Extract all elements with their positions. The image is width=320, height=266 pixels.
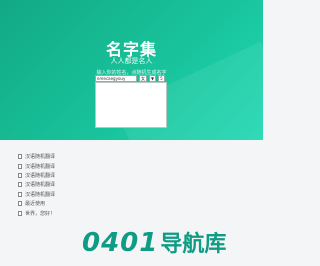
list-item-label: 汉语随机翻译 [25,163,56,170]
dropdown-select[interactable]: ▼ [149,75,157,82]
document-icon [18,182,22,188]
document-icon [18,210,22,216]
list-item-label: 汉语随机翻译 [25,182,56,189]
gender-select[interactable]: 女 [139,75,147,82]
list-item-label: 世界，您好！ [25,210,56,217]
list-item-label: 汉语随机翻译 [25,191,56,198]
document-icon [18,154,22,160]
watermark-number: 0401 [82,228,159,258]
generator-controls: 女 ▼ 5 [95,75,165,82]
list-item[interactable]: 汉语随机翻译 [18,171,246,180]
list-item-label: 最近使用 [25,201,46,208]
list-item[interactable]: 最近使用 [18,199,246,208]
list-item[interactable]: 汉语随机翻译 [18,161,246,170]
list-item-label: 汉语随机翻译 [25,154,56,161]
document-icon [18,191,22,197]
list-item[interactable]: 汉语随机翻译 [18,190,246,199]
list-item-label: 汉语随机翻译 [25,172,56,179]
name-input[interactable] [95,75,137,82]
document-icon [18,172,22,178]
header-hero: 名字集 人人都是名人 输入你的姓名，点随机生成名字 女 ▼ 5 [0,0,263,140]
list-item[interactable]: 世界，您好！ [18,208,246,217]
document-icon [18,163,22,169]
watermark-logo: 0401 导航库 [82,226,226,258]
watermark-text: 导航库 [160,232,227,257]
list-item[interactable]: 汉语随机翻译 [18,152,246,161]
count-select[interactable]: 5 [158,75,165,82]
list-item[interactable]: 汉语随机翻译 [18,180,246,189]
link-list: 汉语随机翻译 汉语随机翻译 汉语随机翻译 汉语随机翻译 汉语随机翻译 最近使用 … [18,152,246,218]
result-textarea[interactable] [95,82,167,128]
page-subtitle: 人人都是名人 [110,57,153,65]
document-icon [18,201,22,207]
